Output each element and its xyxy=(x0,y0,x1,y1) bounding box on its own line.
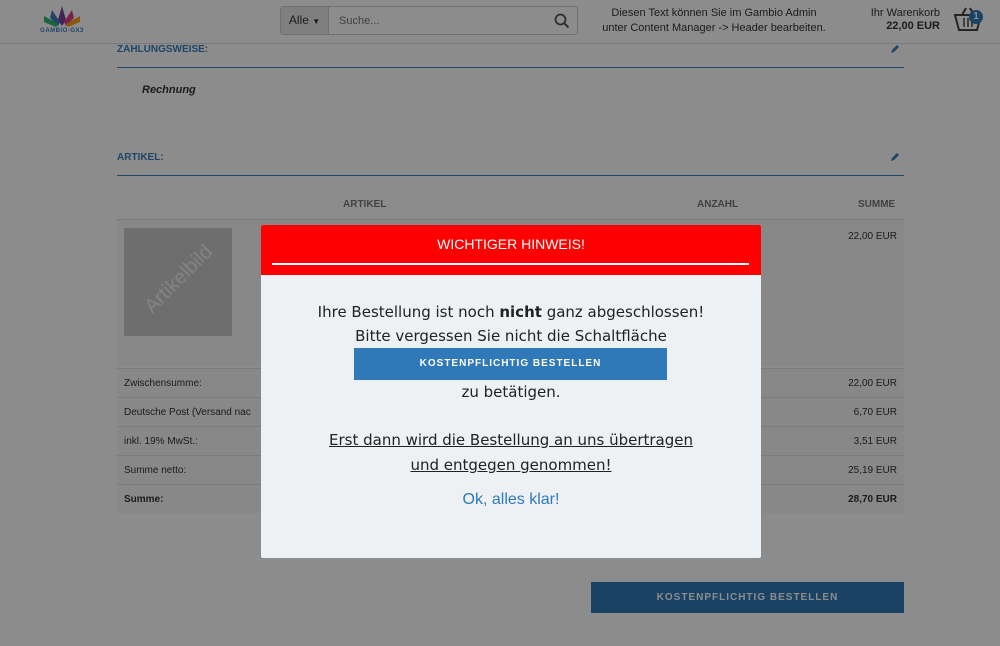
modal-underlined-text: Erst dann wird die Bestellung an uns übe… xyxy=(329,431,693,449)
modal-message-line2: Bitte vergessen Sie nicht die Schaltfläc… xyxy=(355,327,667,345)
modal-underlined-text: und entgegen genommen! xyxy=(410,456,612,474)
modal-message-line5: und entgegen genommen! xyxy=(261,456,761,474)
modal-title: WICHTIGER HINWEIS! xyxy=(437,236,585,252)
modal-place-order-button[interactable]: KOSTENPFLICHTIG BESTELLEN xyxy=(354,348,667,380)
modal-message-line3: zu betätigen. xyxy=(461,383,561,401)
modal-text-emphasis: nicht xyxy=(499,303,542,321)
modal-text-part: ganz abgeschlossen! xyxy=(541,303,705,321)
modal-header-divider xyxy=(272,263,749,265)
modal-ok-link[interactable]: Ok, alles klar! xyxy=(261,491,761,509)
modal-text-part: Ihre Bestellung ist noch xyxy=(317,303,500,321)
modal-message-line1: Ihre Bestellung ist noch nicht ganz abge… xyxy=(261,303,761,321)
modal-message-line4: Erst dann wird die Bestellung an uns übe… xyxy=(261,431,761,449)
important-notice-modal: WICHTIGER HINWEIS! Ihre Bestellung ist n… xyxy=(261,225,761,558)
modal-header: WICHTIGER HINWEIS! xyxy=(261,225,761,275)
